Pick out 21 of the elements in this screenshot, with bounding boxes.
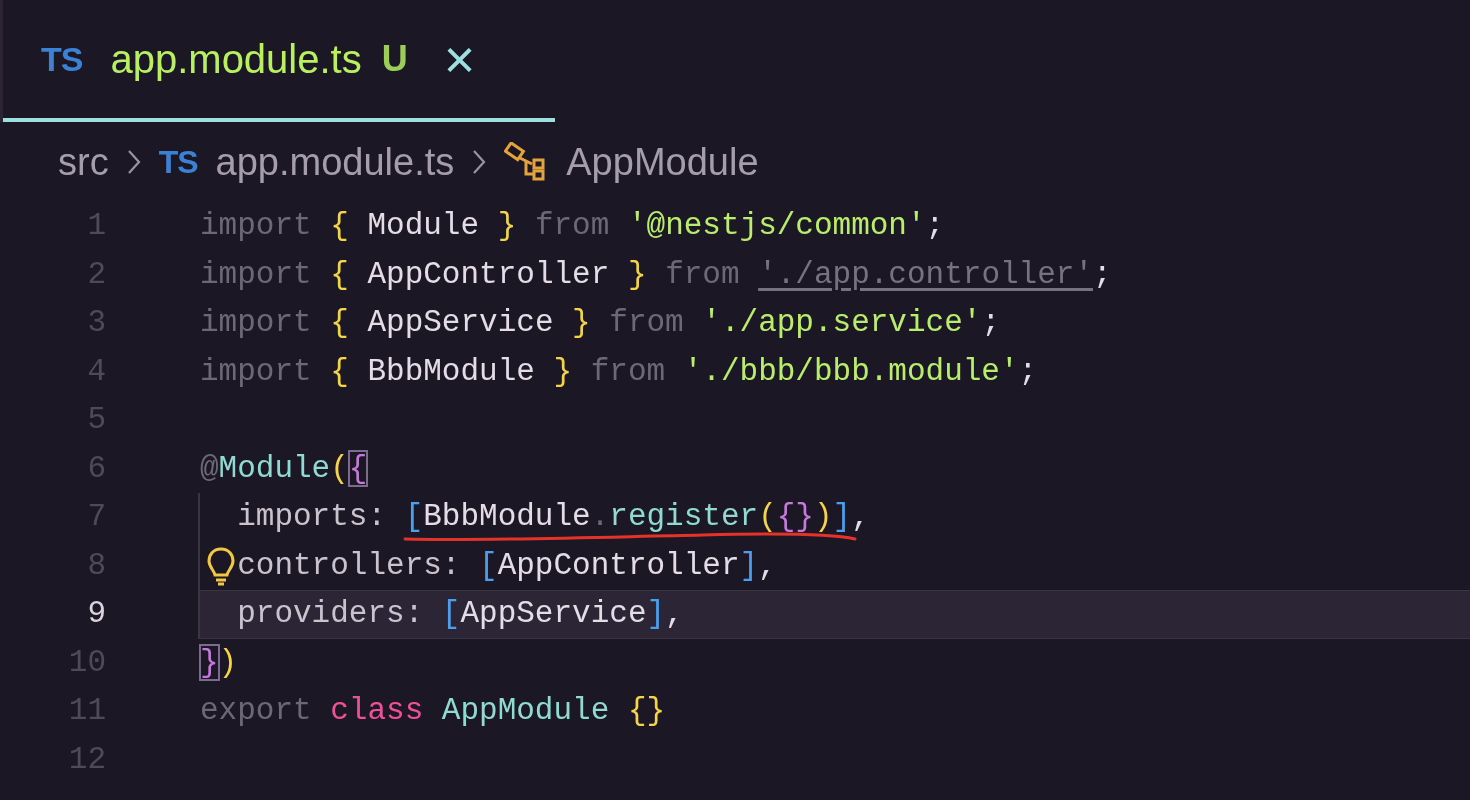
code-line: imports: [BbbModule.register({})], <box>198 493 1470 542</box>
code-line: export class AppModule {} <box>199 692 667 730</box>
line-number: 9 <box>86 595 106 633</box>
chevron-icon <box>126 149 141 175</box>
tab-title: app.module.ts <box>110 36 362 82</box>
typescript-icon: TS <box>41 39 83 79</box>
breadcrumb-item[interactable]: src <box>58 140 109 184</box>
code-line: import { AppController } from './app.controller'; <box>199 255 1113 294</box>
breadcrumb-item[interactable]: AppModule <box>566 140 759 184</box>
close-icon[interactable]: × <box>443 39 476 79</box>
chevron-icon <box>472 149 487 175</box>
editor-tab[interactable]: TS app.module.ts U × <box>3 0 555 122</box>
code-line: import { Module } from '@nestjs/common'; <box>199 207 946 245</box>
breadcrumb-item[interactable]: app.module.ts <box>215 140 455 184</box>
code-line: import { BbbModule } from './bbb/bbb.module'; <box>199 352 1039 391</box>
code-line: @Module({ <box>199 449 369 488</box>
typescript-icon: TS <box>158 143 198 181</box>
code-line: }) <box>199 643 239 682</box>
code-line: import { AppService } from './app.service'; <box>199 304 1001 342</box>
lightbulb-icon[interactable] <box>206 545 236 586</box>
status-label: U <box>381 38 408 80</box>
